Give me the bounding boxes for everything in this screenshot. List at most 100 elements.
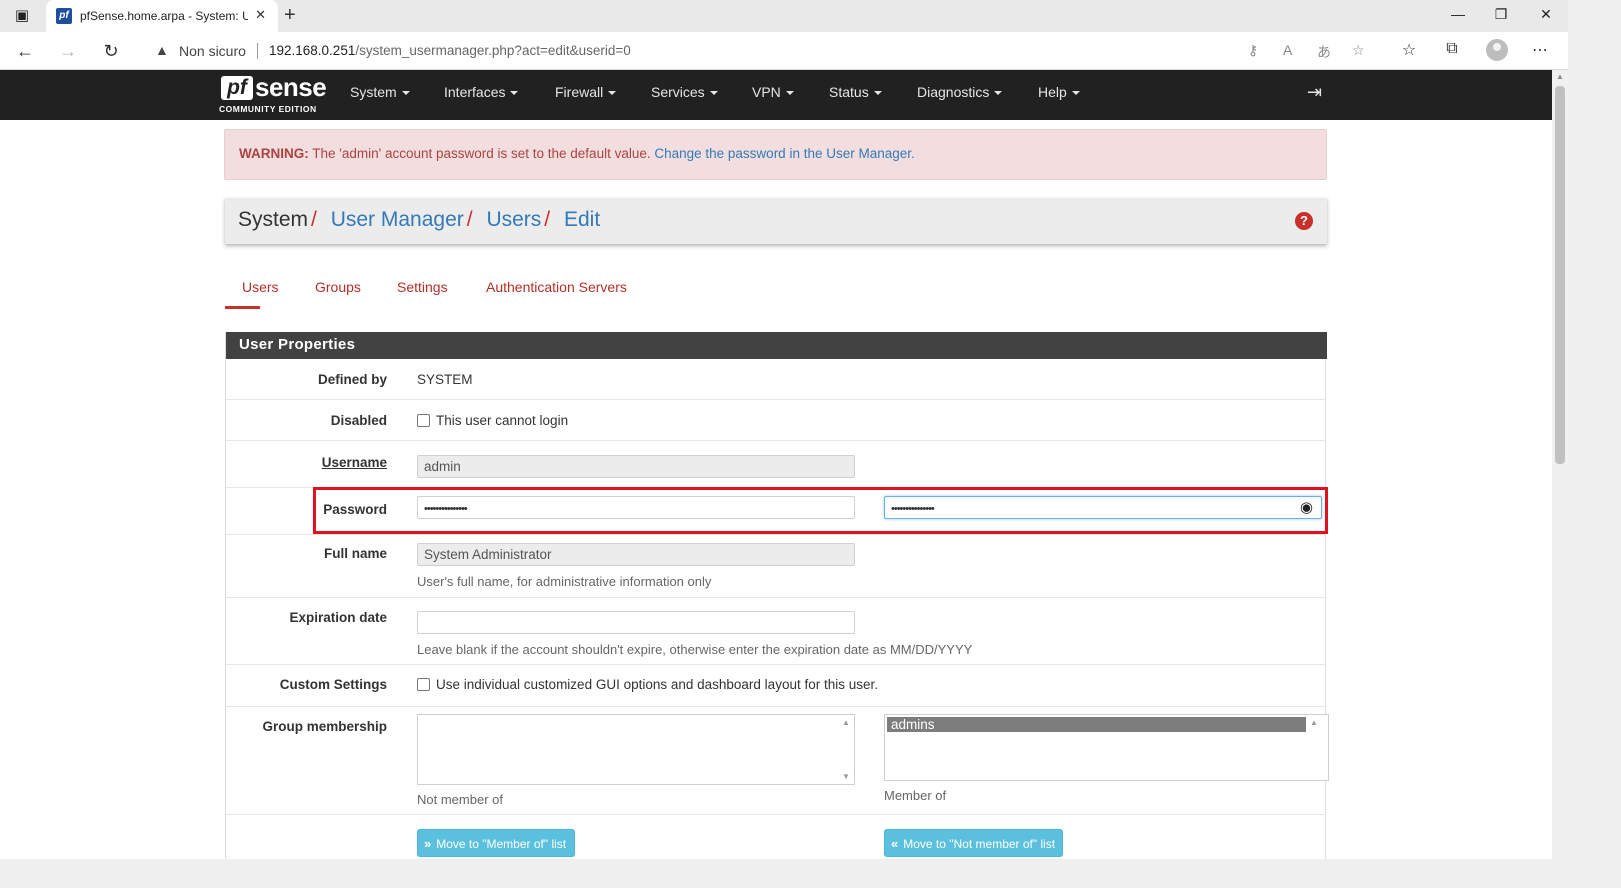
add-favorite-icon[interactable]: ☆ bbox=[1352, 42, 1365, 59]
active-tab-indicator bbox=[225, 306, 260, 309]
disabled-label: Disabled bbox=[330, 413, 387, 428]
breadcrumb-system: System bbox=[238, 208, 309, 231]
custom-settings-option[interactable]: Use individual customized GUI options an… bbox=[417, 677, 878, 692]
expiration-row: Expiration date Leave blank if the accou… bbox=[226, 598, 1325, 665]
disabled-option[interactable]: This user cannot login bbox=[417, 413, 568, 428]
double-chevron-right-icon: » bbox=[424, 836, 432, 851]
scroll-thumb[interactable] bbox=[1555, 86, 1565, 464]
close-tab-icon[interactable]: ✕ bbox=[255, 7, 266, 23]
logo-edition: COMMUNITY EDITION bbox=[219, 104, 317, 114]
caret-down-icon bbox=[994, 91, 1003, 96]
browser-address-bar: ← → ↻ ▲ Non sicuro 192.168.0.251/system_… bbox=[0, 32, 1568, 70]
menu-firewall[interactable]: Firewall bbox=[555, 84, 617, 100]
not-member-caption: Not member of bbox=[417, 792, 503, 807]
scroll-up-arrow-icon[interactable]: ▲ bbox=[842, 718, 850, 727]
caret-down-icon bbox=[401, 91, 410, 96]
alert-prefix: WARNING: bbox=[239, 146, 309, 161]
member-of-list[interactable]: admins ▲ bbox=[884, 714, 1329, 781]
defined-by-row: Defined by SYSTEM bbox=[226, 359, 1325, 400]
caret-down-icon bbox=[510, 91, 519, 96]
minimize-icon[interactable]: — bbox=[1448, 6, 1468, 22]
logo-word: sense bbox=[255, 72, 327, 102]
scroll-down-arrow-icon[interactable]: ▼ bbox=[842, 772, 850, 781]
custom-settings-checkbox[interactable] bbox=[417, 678, 430, 691]
url-field[interactable]: ▲ Non sicuro 192.168.0.251/system_userma… bbox=[140, 36, 1384, 66]
logout-icon[interactable]: ⇥ bbox=[1307, 82, 1322, 103]
move-to-member-button[interactable]: » Move to "Member of" list bbox=[417, 829, 575, 857]
expiration-label: Expiration date bbox=[289, 610, 387, 625]
menu-help[interactable]: Help bbox=[1038, 84, 1080, 100]
tab-actions-icon[interactable]: ▣ bbox=[12, 6, 32, 26]
breadcrumb-user-manager[interactable]: User Manager bbox=[331, 208, 464, 231]
member-caption: Member of bbox=[884, 788, 947, 803]
not-member-of-list[interactable]: ▲ ▼ bbox=[417, 714, 855, 785]
defined-by-value: SYSTEM bbox=[417, 372, 473, 387]
list-scrollbar[interactable]: ▲ bbox=[1306, 715, 1322, 780]
menu-vpn[interactable]: VPN bbox=[752, 84, 794, 100]
double-chevron-left-icon: « bbox=[891, 836, 899, 851]
panel-title: User Properties bbox=[226, 332, 1327, 359]
expiration-help: Leave blank if the account shouldn't exp… bbox=[417, 642, 973, 657]
disabled-row: Disabled This user cannot login bbox=[226, 400, 1325, 441]
alert-message: The 'admin' account password is set to t… bbox=[308, 146, 655, 161]
move-to-not-member-button[interactable]: «Move to "Not member of" list bbox=[884, 829, 1063, 857]
caret-down-icon bbox=[873, 91, 882, 96]
page-viewport: pf sense COMMUNITY EDITION System Interf… bbox=[0, 70, 1552, 859]
profile-avatar-icon[interactable] bbox=[1486, 39, 1508, 61]
breadcrumb-edit[interactable]: Edit bbox=[564, 208, 600, 231]
expiration-date-field[interactable] bbox=[417, 611, 855, 634]
full-name-row: Full name System Administrator User's fu… bbox=[226, 535, 1325, 598]
breadcrumb-users[interactable]: Users bbox=[486, 208, 541, 231]
pfsense-logo[interactable]: pf sense COMMUNITY EDITION bbox=[219, 72, 329, 115]
translate-icon[interactable]: あ bbox=[1317, 42, 1331, 62]
warning-triangle-icon[interactable]: ▲ bbox=[155, 42, 169, 58]
screenshot: ▣ pf pfSense.home.arpa - System: User Ma… bbox=[0, 0, 1568, 859]
restore-icon[interactable]: ❐ bbox=[1491, 6, 1511, 23]
username-field[interactable]: admin bbox=[417, 455, 855, 478]
caret-down-icon bbox=[1071, 91, 1080, 96]
help-question-icon[interactable]: ? bbox=[1295, 212, 1313, 230]
full-name-help: User's full name, for administrative inf… bbox=[417, 574, 712, 589]
menu-diagnostics[interactable]: Diagnostics bbox=[917, 84, 1003, 100]
more-options-icon[interactable]: ⋯ bbox=[1529, 40, 1551, 60]
security-status[interactable]: Non sicuro bbox=[179, 43, 246, 59]
password-highlight-box bbox=[313, 487, 1328, 534]
close-window-icon[interactable]: ✕ bbox=[1536, 6, 1556, 23]
group-membership-row: Group membership ▲ ▼ Not member of admin… bbox=[226, 707, 1329, 815]
group-membership-label: Group membership bbox=[262, 719, 387, 734]
scroll-up-arrow-icon[interactable]: ▲ bbox=[1310, 718, 1318, 727]
caret-down-icon bbox=[709, 91, 718, 96]
browser-tab-title: pfSense.home.arpa - System: User Manager… bbox=[80, 9, 248, 23]
breadcrumb: System / User Manager / Users / Edit ? bbox=[225, 198, 1327, 244]
custom-settings-label: Custom Settings bbox=[279, 677, 387, 692]
browser-tab[interactable]: pf pfSense.home.arpa - System: User Mana… bbox=[46, 0, 278, 32]
menu-status[interactable]: Status bbox=[829, 84, 882, 100]
back-icon[interactable]: ← bbox=[14, 40, 36, 62]
change-password-link[interactable]: Change the password in the User Manager. bbox=[654, 146, 914, 161]
defined-by-label: Defined by bbox=[317, 372, 387, 387]
favorites-icon[interactable]: ☆ bbox=[1398, 40, 1420, 60]
username-row: Username admin bbox=[226, 441, 1325, 488]
key-icon[interactable]: ⚷ bbox=[1248, 42, 1258, 59]
page-scrollbar[interactable]: ▲ bbox=[1552, 70, 1568, 859]
menu-interfaces[interactable]: Interfaces bbox=[444, 84, 519, 100]
scroll-up-arrow-icon[interactable]: ▲ bbox=[1556, 72, 1564, 81]
new-tab-icon[interactable]: + bbox=[284, 4, 296, 27]
pfsense-favicon-icon: pf bbox=[56, 8, 72, 24]
url-text[interactable]: 192.168.0.251/system_usermanager.php?act… bbox=[269, 43, 631, 58]
list-scrollbar[interactable]: ▲ ▼ bbox=[838, 715, 854, 784]
menu-system[interactable]: System bbox=[350, 84, 410, 100]
full-name-field[interactable]: System Administrator bbox=[417, 543, 855, 566]
list-item[interactable]: admins bbox=[887, 717, 1306, 732]
read-aloud-icon[interactable]: A bbox=[1283, 42, 1292, 58]
username-label: Username bbox=[321, 455, 387, 470]
reload-icon[interactable]: ↻ bbox=[100, 40, 122, 62]
disabled-checkbox[interactable] bbox=[417, 414, 430, 427]
group-buttons-row: » Move to "Member of" list «Move to "Not … bbox=[226, 815, 1325, 859]
custom-settings-row: Custom Settings Use individual customize… bbox=[226, 665, 1325, 707]
forward-icon[interactable]: → bbox=[57, 40, 79, 62]
user-properties-panel: User Properties Defined by SYSTEM Disabl… bbox=[225, 332, 1329, 859]
full-name-label: Full name bbox=[323, 546, 387, 561]
menu-services[interactable]: Services bbox=[651, 84, 718, 100]
collections-icon[interactable]: ⧉ bbox=[1441, 40, 1463, 58]
